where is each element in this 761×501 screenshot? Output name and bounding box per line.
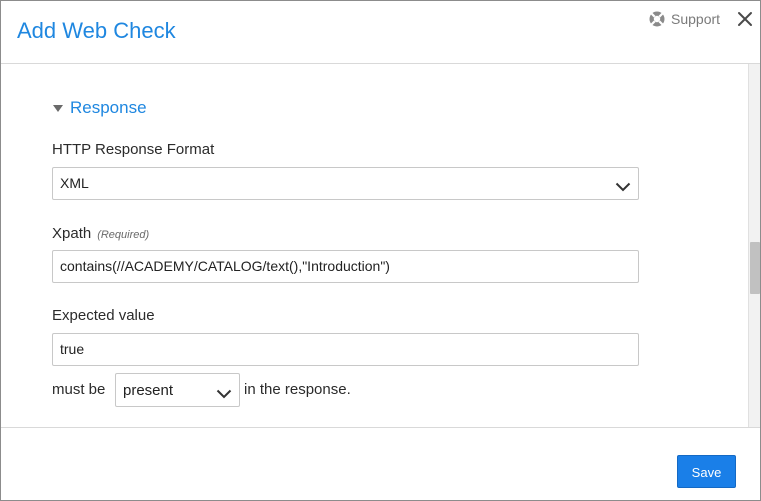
chevron-down-icon (615, 179, 631, 192)
must-be-label: must be (52, 381, 106, 398)
response-section-label: Response (70, 98, 147, 117)
xpath-label: Xpath (Required) (52, 225, 149, 242)
xpath-value: contains(//ACADEMY/CATALOG/text(),"Intro… (60, 258, 390, 274)
xpath-input[interactable]: contains(//ACADEMY/CATALOG/text(),"Intro… (52, 250, 639, 283)
save-button[interactable]: Save (677, 455, 736, 488)
scrollbar-thumb[interactable] (750, 242, 760, 294)
close-icon[interactable] (736, 10, 754, 28)
caret-down-icon (53, 104, 63, 112)
dialog-header: Add Web Check Support (1, 1, 760, 64)
dialog-body: Response HTTP Response Format XML Xpath (… (1, 64, 748, 427)
xpath-label-text: Xpath (52, 225, 92, 242)
support-link[interactable]: Support (648, 10, 720, 28)
presence-row: must be present in the response. (52, 373, 452, 407)
lifebuoy-icon (648, 10, 666, 28)
support-label: Support (671, 11, 721, 27)
scrollbar[interactable] (748, 64, 760, 427)
expected-value-input[interactable]: true (52, 333, 639, 366)
presence-select[interactable]: present (115, 373, 240, 407)
dialog-footer: Save (1, 427, 760, 500)
http-response-format-value: XML (60, 175, 89, 191)
http-response-format-label: HTTP Response Format (52, 141, 215, 158)
expected-value-label: Expected value (52, 307, 155, 324)
add-web-check-dialog: Add Web Check Support Response HTTP Resp… (0, 0, 761, 501)
dialog-title: Add Web Check (17, 18, 176, 43)
presence-value: present (123, 382, 174, 399)
http-response-format-select[interactable]: XML (52, 167, 639, 200)
required-note: (Required) (97, 229, 150, 241)
chevron-down-icon (216, 386, 232, 399)
in-response-label: in the response. (244, 381, 351, 398)
expected-value-value: true (60, 341, 85, 357)
response-section-toggle[interactable]: Response (53, 98, 147, 118)
